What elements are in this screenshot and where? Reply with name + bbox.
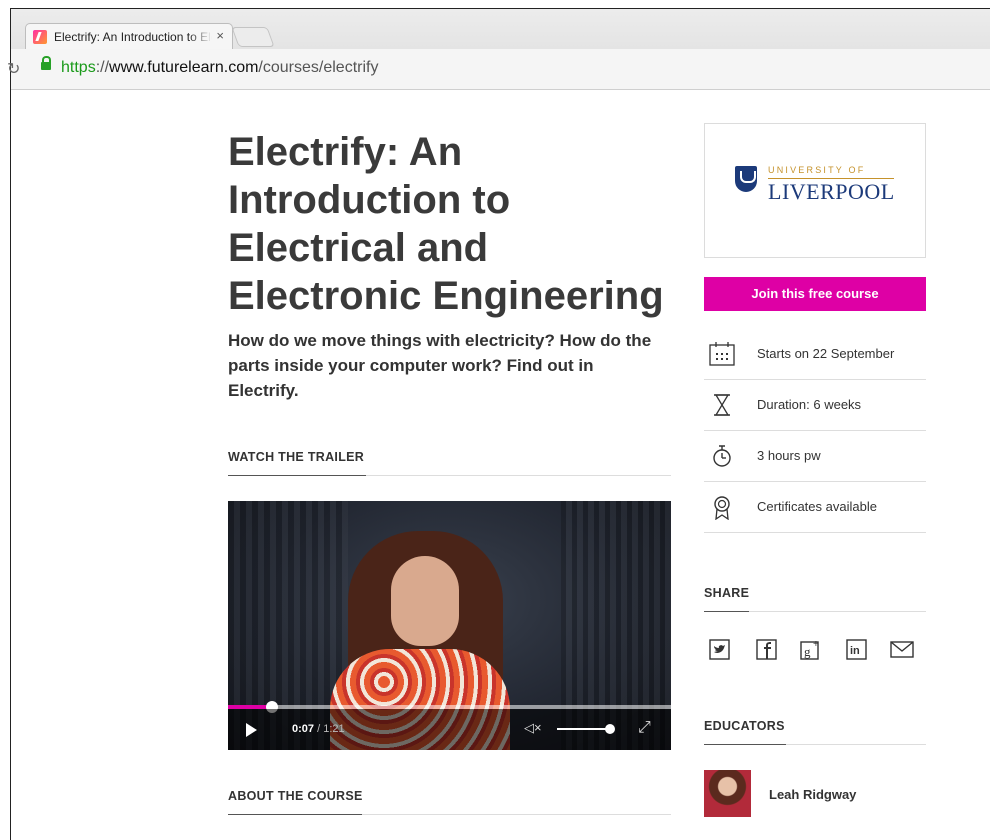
- url-host: www.futurelearn.com: [109, 59, 259, 76]
- info-row-effort: 3 hours pw: [704, 431, 926, 482]
- url-scheme: https: [61, 59, 96, 76]
- course-title: Electrify: An Introduction to Electrical…: [228, 130, 664, 318]
- reload-icon[interactable]: ↻: [7, 59, 20, 79]
- certificate-icon: [714, 496, 730, 520]
- share-heading: SHARE: [704, 586, 750, 600]
- watch-trailer-divider: [228, 475, 671, 476]
- url-path: /courses/electrify: [258, 59, 379, 76]
- email-icon[interactable]: [890, 637, 914, 661]
- current-time: 0:07: [292, 723, 315, 735]
- university-logo-small: UNIVERSITY OF: [768, 165, 866, 175]
- mute-icon[interactable]: ◁×: [524, 720, 542, 736]
- duration: 1:21: [323, 723, 345, 735]
- twitter-icon[interactable]: [708, 637, 732, 661]
- browser-tab[interactable]: Electrify: An Introduction to Electrical…: [25, 23, 233, 49]
- fullscreen-icon[interactable]: ⤢: [638, 719, 651, 737]
- educators-heading: EDUCATORS: [704, 719, 785, 733]
- tab-title: Electrify: An Introduction to Electrical…: [54, 30, 212, 44]
- weekly-hours: 3 hours pw: [757, 448, 821, 463]
- info-row-certificates: Certificates available: [704, 482, 926, 533]
- info-row-start: Starts on 22 September: [704, 329, 926, 380]
- certificates-available: Certificates available: [757, 499, 877, 514]
- facebook-icon[interactable]: [755, 637, 779, 661]
- video-controls: 0:07 / 1:21 ◁× ⤢: [228, 709, 671, 750]
- university-crest-icon: [735, 166, 757, 192]
- course-subtitle: How do we move things with electricity? …: [228, 331, 652, 400]
- svg-text:+: +: [813, 639, 819, 650]
- about-divider: [228, 814, 671, 815]
- about-course-heading: ABOUT THE COURSE: [228, 789, 363, 803]
- watch-trailer-heading: WATCH THE TRAILER: [228, 450, 365, 464]
- video-time: 0:07 / 1:21: [292, 723, 345, 735]
- volume-handle[interactable]: [605, 724, 615, 734]
- educator-avatar[interactable]: [704, 770, 751, 817]
- url-field[interactable]: https://www.futurelearn.com/courses/elec…: [61, 59, 378, 77]
- university-logo[interactable]: UNIVERSITY OF LIVERPOOL: [704, 123, 926, 258]
- educators-divider: [704, 744, 926, 745]
- url-separator: ://: [95, 59, 110, 76]
- volume-slider[interactable]: [557, 724, 615, 734]
- linkedin-icon[interactable]: in: [845, 637, 869, 661]
- time-separator: /: [317, 723, 321, 735]
- address-bar[interactable]: ↻ https://www.futurelearn.com/courses/el…: [7, 49, 990, 90]
- googleplus-icon[interactable]: g +: [799, 637, 823, 661]
- university-logo-big: LIVERPOOL: [768, 179, 895, 204]
- trailer-video[interactable]: 0:07 / 1:21 ◁× ⤢: [228, 501, 671, 750]
- svg-text:g: g: [804, 644, 811, 659]
- close-tab-icon[interactable]: ×: [216, 28, 224, 43]
- lock-icon: [41, 56, 51, 70]
- tab-bar: Electrify: An Introduction to Electrical…: [11, 9, 990, 49]
- course-duration: Duration: 6 weeks: [757, 397, 862, 412]
- presenter-face: [391, 556, 459, 646]
- futurelearn-favicon-icon: [33, 30, 47, 44]
- hourglass-icon: [714, 394, 730, 416]
- educator-name[interactable]: Leah Ridgway: [769, 787, 856, 802]
- info-row-duration: Duration: 6 weeks: [704, 380, 926, 431]
- calendar-icon: [709, 342, 735, 366]
- join-course-button[interactable]: Join this free course: [704, 277, 926, 311]
- play-icon[interactable]: [246, 723, 257, 737]
- share-divider: [704, 611, 926, 612]
- svg-text:in: in: [850, 645, 860, 657]
- start-date: Starts on 22 September: [757, 346, 895, 361]
- new-tab-button[interactable]: [231, 27, 275, 47]
- stopwatch-icon: [713, 445, 731, 467]
